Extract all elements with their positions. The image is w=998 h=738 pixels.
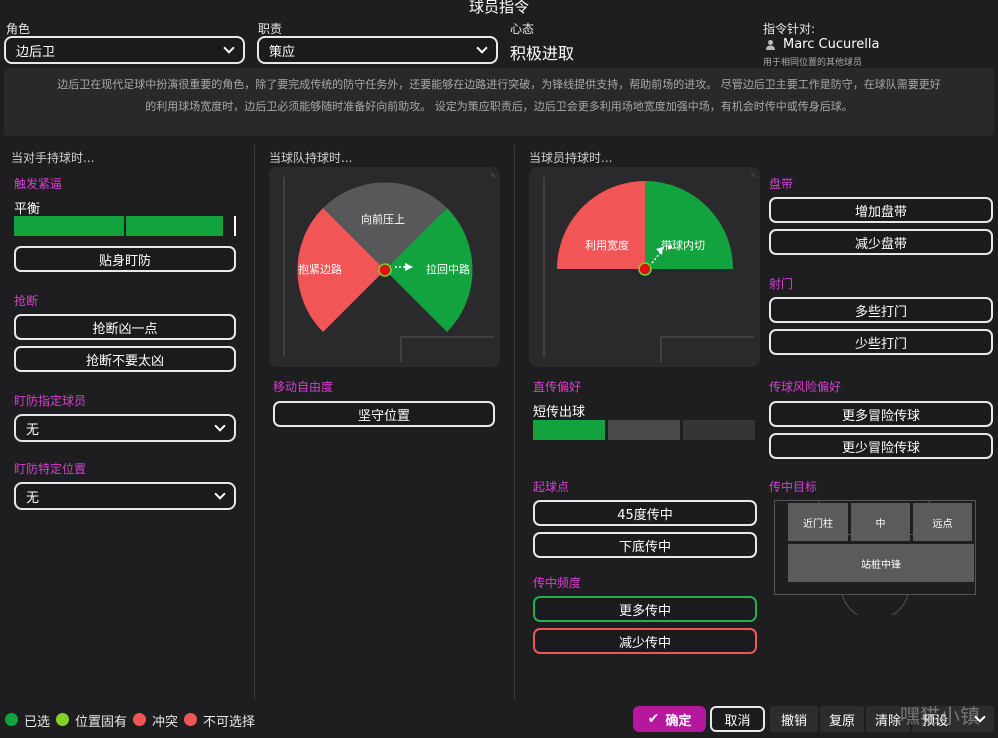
- mark-player-value: 无: [26, 422, 40, 438]
- description-line-1: 边后卫在现代足球中扮演很重要的角色，除了要完成传统的防守任务外，还要能够在边路进…: [57, 78, 941, 91]
- cross-target-pitch: 近门柱 中 远点 站桩中锋: [774, 500, 976, 615]
- cross-from-title: 起球点: [533, 480, 570, 494]
- legend-unavailable-dot: [184, 713, 197, 726]
- movement-wheel-panel: 向前压上 抱紧边路 拉回中路: [269, 167, 500, 367]
- section-head-opponent-ball: 当对手持球时...: [11, 151, 95, 165]
- duty-value: 策应: [269, 44, 296, 60]
- mark-player-select[interactable]: 无: [14, 414, 236, 442]
- target-player[interactable]: Marc Cucurella: [783, 37, 879, 52]
- pass-slider-step[interactable]: [608, 420, 680, 440]
- press-slider-fill: [14, 216, 223, 236]
- watermark: 嘿猫小镇: [900, 704, 980, 728]
- ball-wheel-panel: 利用宽度 带球内切: [529, 167, 760, 367]
- pass-slider-fill: [533, 420, 605, 440]
- mark-position-title: 盯防特定位置: [14, 462, 87, 476]
- wheel-label-left: 利用宽度: [585, 239, 629, 252]
- wheel-label-left: 抱紧边路: [298, 263, 342, 276]
- section-head-team-ball: 当球队持球时...: [269, 151, 353, 165]
- safer-passes-button[interactable]: 更少冒险传球: [769, 433, 993, 459]
- description-line-2: 的利用球场宽度时，边后卫必须能够随时准备好向前助攻。 设定为策应职责后，边后卫会…: [145, 100, 853, 113]
- cross-less-button[interactable]: 减少传中: [533, 628, 757, 654]
- pass-slider-step[interactable]: [683, 420, 755, 440]
- cancel-button[interactable]: 取消: [710, 706, 765, 732]
- legend-conflict: 冲突: [152, 715, 179, 730]
- role-description: 边后卫在现代足球中扮演很重要的角色，除了要完成传统的防守任务外，还要能够在边路进…: [4, 68, 994, 136]
- legend-fixed-dot: [56, 713, 69, 726]
- wheel-label-right: 拉回中路: [426, 263, 470, 276]
- section-head-player-ball: 当球员持球时...: [529, 151, 613, 165]
- window-title: 球员指令: [468, 0, 529, 16]
- reset-button[interactable]: 复原: [820, 706, 864, 732]
- player-position-marker: [638, 262, 652, 276]
- chevron-down-icon: [214, 488, 226, 500]
- cross-byline-button[interactable]: 下底传中: [533, 532, 757, 558]
- pass-level-label: 短传出球: [533, 405, 586, 420]
- freedom-title: 移动自由度: [273, 380, 334, 394]
- press-slider[interactable]: [14, 216, 236, 236]
- check-icon: ✔: [647, 711, 660, 727]
- dribble-title: 盘带: [769, 177, 794, 191]
- risk-title: 传球风险偏好: [769, 380, 842, 394]
- pass-title: 直传偏好: [533, 380, 582, 394]
- legend-selected-dot: [5, 713, 18, 726]
- press-level-label: 平衡: [14, 202, 41, 217]
- target-centre[interactable]: 中: [851, 503, 910, 541]
- column-divider: [254, 145, 255, 700]
- ease-off-tackles-button[interactable]: 抢断不要太凶: [14, 346, 236, 372]
- wheel-sector-stay-wider[interactable]: [557, 181, 645, 269]
- confirm-label: 确定: [665, 713, 692, 729]
- cross-more-button[interactable]: 更多传中: [533, 596, 757, 622]
- target-near-post[interactable]: 近门柱: [788, 503, 848, 541]
- hold-position-button[interactable]: 坚守位置: [273, 401, 495, 427]
- press-title: 触发紧逼: [14, 177, 63, 191]
- role-value: 边后卫: [16, 44, 56, 60]
- duty-label: 职责: [258, 22, 283, 36]
- confirm-button[interactable]: ✔ 确定: [633, 706, 706, 732]
- mentality-label: 心态: [510, 22, 535, 36]
- legend-selected: 已选: [24, 715, 51, 730]
- legend-fixed: 位置固有: [75, 715, 128, 730]
- mark-position-select[interactable]: 无: [14, 482, 236, 510]
- riskier-passes-button[interactable]: 更多冒险传球: [769, 401, 993, 427]
- tight-marking-button[interactable]: 贴身盯防: [14, 246, 236, 272]
- slider-handle[interactable]: [234, 216, 236, 236]
- shoot-less-button[interactable]: 少些打门: [769, 329, 993, 355]
- target-note: 用于相同位置的其他球员: [763, 58, 863, 68]
- legend-conflict-dot: [133, 713, 146, 726]
- cross-target-title: 传中目标: [769, 480, 818, 494]
- duty-select[interactable]: 策应: [257, 36, 498, 64]
- person-icon: [765, 39, 776, 50]
- tackle-harder-button[interactable]: 抢断凶一点: [14, 314, 236, 340]
- mark-position-value: 无: [26, 490, 40, 506]
- wheel-label-right: 带球内切: [661, 239, 705, 252]
- dribble-less-button[interactable]: 减少盘带: [769, 229, 993, 255]
- tackle-title: 抢断: [14, 294, 39, 308]
- pass-slider[interactable]: [533, 420, 755, 440]
- target-far-post[interactable]: 远点: [913, 503, 972, 541]
- cross-early-button[interactable]: 45度传中: [533, 500, 757, 526]
- chevron-down-icon: [214, 420, 226, 432]
- slider-divider: [124, 216, 126, 236]
- role-select[interactable]: 边后卫: [4, 36, 245, 64]
- legend-unavailable: 不可选择: [203, 715, 256, 730]
- target-man[interactable]: 站桩中锋: [788, 544, 974, 582]
- role-label: 角色: [6, 22, 31, 36]
- shoot-more-button[interactable]: 多些打门: [769, 297, 993, 323]
- undo-button[interactable]: 撤销: [770, 706, 818, 732]
- chevron-down-icon: [223, 42, 235, 54]
- mentality-value: 积极进取: [510, 44, 575, 63]
- shoot-title: 射门: [769, 277, 794, 291]
- dribble-more-button[interactable]: 增加盘带: [769, 197, 993, 223]
- wheel-label-top: 向前压上: [361, 213, 405, 226]
- player-position-marker: [378, 263, 392, 277]
- column-divider: [514, 145, 515, 700]
- mark-player-title: 盯防指定球员: [14, 394, 87, 408]
- target-label: 指令针对:: [763, 22, 816, 36]
- cross-freq-title: 传中频度: [533, 576, 582, 590]
- chevron-down-icon: [476, 42, 488, 54]
